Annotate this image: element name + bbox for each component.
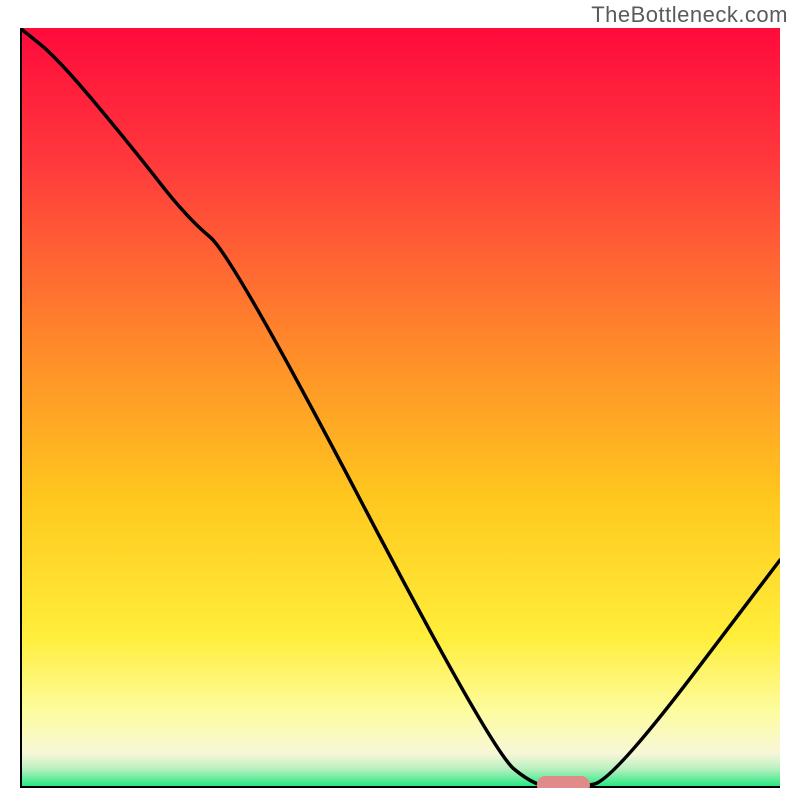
chart-svg xyxy=(20,28,780,788)
gradient-background xyxy=(20,28,780,788)
optimum-marker xyxy=(537,776,590,788)
plot-area xyxy=(20,28,780,788)
watermark-text: TheBottleneck.com xyxy=(591,2,788,28)
chart-stage: TheBottleneck.com xyxy=(0,0,800,800)
